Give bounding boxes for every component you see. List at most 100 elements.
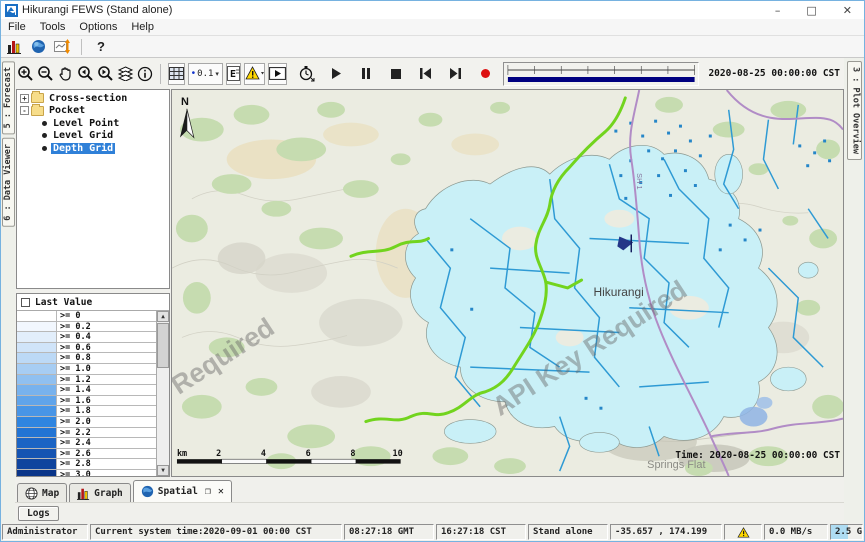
play-button[interactable] xyxy=(328,66,344,82)
step-forward-button[interactable] xyxy=(448,66,464,82)
menu-tools[interactable]: Tools xyxy=(33,20,73,34)
scrollbar-thumb[interactable] xyxy=(157,323,169,368)
svg-text:E: E xyxy=(230,69,236,80)
bullet-icon xyxy=(42,133,47,138)
layer-tree: + Cross-section - Pocket Level Point xyxy=(16,89,170,289)
menu-bar: File Tools Options Help xyxy=(1,19,864,36)
tree-node-level-point[interactable]: Level Point xyxy=(20,117,169,130)
right-tab-strip: 3 : Plot Overview xyxy=(844,58,864,523)
menu-help[interactable]: Help xyxy=(124,20,161,34)
marker-scale-dropdown[interactable]: • 0.1 ▾ xyxy=(188,63,223,85)
minimize-button[interactable]: – xyxy=(775,5,781,16)
road-label: SH 1 xyxy=(635,173,644,189)
tree-node-label[interactable]: Level Point xyxy=(51,118,121,129)
folder-icon xyxy=(31,93,44,103)
legend-row: >= 1.0 xyxy=(17,364,156,375)
tree-node-label[interactable]: Pocket xyxy=(47,105,87,116)
layers-icon[interactable] xyxy=(117,63,134,85)
chevron-down-icon: ▾ xyxy=(215,70,219,78)
time-settings-icon[interactable] xyxy=(298,63,315,85)
zoom-next-icon[interactable] xyxy=(97,63,114,85)
tab-spatial[interactable]: Spatial ❐ ✕ xyxy=(133,480,232,502)
svg-text:4: 4 xyxy=(261,448,266,458)
tab-spatial-label: Spatial xyxy=(158,486,198,497)
zoom-in-icon[interactable] xyxy=(17,63,34,85)
app-logo-icon xyxy=(5,4,18,17)
status-bar: Administrator Current system time:2020-0… xyxy=(1,523,864,541)
data-viewer-panel: + Cross-section - Pocket Level Point xyxy=(15,89,171,477)
scroll-up-icon[interactable]: ▲ xyxy=(157,311,169,322)
record-button[interactable] xyxy=(478,66,494,82)
globe-icon xyxy=(141,485,154,498)
color-swatch xyxy=(17,332,57,342)
tree-node-pocket[interactable]: - Pocket xyxy=(20,105,169,118)
warning-threshold-dropdown[interactable] xyxy=(244,63,265,85)
playback-controls xyxy=(328,66,494,82)
color-swatch xyxy=(17,428,57,438)
map-time-label: Time: 2020-08-25 00:00:00 CST xyxy=(675,450,840,461)
maximize-button[interactable]: □ xyxy=(806,5,816,16)
title-bar: Hikurangi FEWS (Stand alone) – □ ✕ xyxy=(1,1,864,19)
color-swatch xyxy=(17,396,57,406)
town-label: Hikurangi xyxy=(593,285,643,299)
zoom-out-icon[interactable] xyxy=(37,63,54,85)
status-system-time: Current system time:2020-09-01 00:00 CST xyxy=(90,524,342,540)
profile-chart-icon[interactable] xyxy=(53,39,71,55)
color-swatch xyxy=(17,322,57,332)
legend-row: >= 2.6 xyxy=(17,449,156,460)
tab-graph[interactable]: Graph xyxy=(69,483,131,502)
color-swatch xyxy=(17,364,57,374)
close-button[interactable]: ✕ xyxy=(843,5,852,16)
color-swatch xyxy=(17,375,57,385)
tree-node-depth-grid[interactable]: Depth Grid xyxy=(20,142,169,155)
color-swatch xyxy=(17,343,57,353)
database-chart-icon[interactable] xyxy=(5,39,23,55)
tree-node-cross-section[interactable]: + Cross-section xyxy=(20,92,169,105)
zoom-previous-icon[interactable] xyxy=(77,63,94,85)
animation-player-icon[interactable] xyxy=(268,63,287,85)
menu-file[interactable]: File xyxy=(1,20,33,34)
grid-display-icon[interactable] xyxy=(168,63,185,85)
stop-button[interactable] xyxy=(388,66,404,82)
legend-scrollbar[interactable]: ▲ ▼ xyxy=(156,311,169,476)
pan-hand-icon[interactable] xyxy=(57,63,74,85)
info-icon[interactable] xyxy=(137,63,153,85)
svg-text:10: 10 xyxy=(393,448,403,458)
last-value-checkbox[interactable] xyxy=(21,298,30,307)
tab-map[interactable]: Map xyxy=(17,483,67,502)
logs-button[interactable]: Logs xyxy=(18,506,59,521)
legend-row: >= 0.6 xyxy=(17,343,156,354)
map-globe-icon[interactable] xyxy=(29,39,47,55)
color-swatch xyxy=(17,470,57,476)
labels-toggle-icon[interactable]: E xyxy=(226,63,241,85)
tree-node-label[interactable]: Cross-section xyxy=(47,93,129,104)
menu-options[interactable]: Options xyxy=(72,20,124,34)
tab-data-viewer[interactable]: 6 : Data Viewer xyxy=(2,138,15,227)
status-warning-indicator[interactable] xyxy=(724,524,762,540)
expand-icon[interactable]: + xyxy=(20,94,29,103)
scroll-down-icon[interactable]: ▼ xyxy=(157,465,169,476)
status-mode: Stand alone xyxy=(528,524,608,540)
status-gmt-time: 08:27:18 GMT xyxy=(344,524,434,540)
tab-close-icon[interactable]: ✕ xyxy=(218,486,224,497)
tab-graph-label: Graph xyxy=(94,488,123,499)
legend-panel: Last Value >= 0 >= 0.2 >= 0.4 >= 0.6 >= … xyxy=(16,293,170,477)
tab-forecast[interactable]: 5 : Forecast xyxy=(2,61,15,134)
tree-node-label[interactable]: Level Grid xyxy=(51,130,115,141)
pause-button[interactable] xyxy=(358,66,374,82)
color-swatch xyxy=(17,353,57,363)
tab-plot-overview[interactable]: 3 : Plot Overview xyxy=(847,61,862,160)
tab-maximize-icon[interactable]: ❐ xyxy=(205,486,211,497)
status-local-time: 16:27:18 CST xyxy=(436,524,526,540)
help-icon[interactable]: ? xyxy=(92,39,110,55)
scrollbar-track[interactable] xyxy=(157,322,169,465)
toolbar-separator xyxy=(81,39,82,55)
last-value-label: Last Value xyxy=(35,297,92,308)
tree-node-level-grid[interactable]: Level Grid xyxy=(20,130,169,143)
collapse-icon[interactable]: - xyxy=(20,106,29,115)
tree-node-label-selected[interactable]: Depth Grid xyxy=(51,143,115,154)
step-back-button[interactable] xyxy=(418,66,434,82)
timeline-slider[interactable] xyxy=(503,62,700,86)
legend-row: >= 0 xyxy=(17,311,156,322)
map-canvas[interactable]: API Key Required API Key Required Hikura… xyxy=(171,89,844,477)
